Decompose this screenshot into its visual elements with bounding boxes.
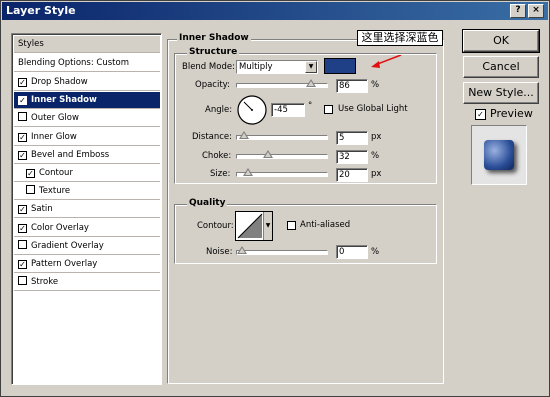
style-item-label: Inner Shadow bbox=[31, 95, 97, 106]
angle-dial[interactable] bbox=[236, 94, 268, 126]
distance-label: Distance: bbox=[192, 132, 233, 142]
style-item-checkbox[interactable]: ✓ bbox=[18, 205, 27, 215]
help-button[interactable]: ? bbox=[510, 4, 526, 18]
style-item-checkbox[interactable]: ✓ bbox=[18, 150, 27, 160]
style-item-label: Color Overlay bbox=[31, 222, 89, 233]
style-item-checkbox[interactable] bbox=[18, 239, 27, 249]
style-item-checkbox[interactable]: ✓ bbox=[18, 96, 27, 106]
style-item-texture[interactable]: Texture bbox=[14, 183, 160, 201]
angle-label: Angle: bbox=[205, 105, 233, 115]
preview-checkbox[interactable]: ✓ bbox=[475, 109, 486, 120]
choke-unit: % bbox=[371, 151, 380, 161]
style-item-inner-shadow[interactable]: ✓ Inner Shadow bbox=[14, 92, 160, 110]
blend-mode-dropdown[interactable]: Multiply ▼ bbox=[236, 60, 318, 74]
blending-options-item[interactable]: Blending Options: Custom bbox=[14, 55, 160, 72]
styles-list: Styles Blending Options: Custom ✓ Drop Sh… bbox=[11, 33, 162, 385]
contour-dropdown-arrow-icon[interactable]: ▼ bbox=[263, 212, 272, 240]
choke-label: Choke: bbox=[202, 151, 232, 161]
chevron-down-icon: ▼ bbox=[305, 61, 317, 73]
contour-picker[interactable]: ▼ bbox=[235, 211, 273, 241]
opacity-label: Opacity: bbox=[195, 80, 230, 90]
choke-slider[interactable] bbox=[236, 150, 328, 159]
style-item-checkbox[interactable]: ✓ bbox=[18, 132, 27, 142]
style-item-checkbox[interactable]: ✓ bbox=[18, 223, 27, 233]
quality-title: Quality bbox=[187, 198, 228, 208]
style-item-drop-shadow[interactable]: ✓ Drop Shadow bbox=[14, 74, 160, 91]
distance-unit: px bbox=[371, 132, 382, 142]
size-label: Size: bbox=[210, 169, 231, 179]
opacity-field[interactable]: 86 bbox=[336, 79, 368, 93]
style-item-checkbox[interactable]: ✓ bbox=[18, 260, 27, 269]
ok-button[interactable]: OK bbox=[462, 29, 540, 53]
style-item-label: Gradient Overlay bbox=[31, 240, 104, 251]
noise-slider[interactable] bbox=[236, 246, 328, 255]
preview-thumbnail bbox=[484, 140, 514, 170]
blend-mode-value: Multiply bbox=[239, 62, 273, 72]
use-global-light-checkbox[interactable] bbox=[324, 105, 333, 114]
structure-title: Structure bbox=[187, 47, 240, 57]
style-item-pattern-overlay[interactable]: ✓ Pattern Overlay bbox=[14, 256, 160, 273]
style-item-checkbox[interactable] bbox=[18, 112, 27, 122]
style-item-label: Pattern Overlay bbox=[31, 259, 98, 269]
style-item-label: Outer Glow bbox=[31, 113, 79, 124]
noise-field[interactable]: 0 bbox=[336, 245, 368, 259]
blend-mode-label: Blend Mode: bbox=[182, 62, 235, 72]
noise-slider-handle[interactable] bbox=[237, 246, 247, 254]
style-item-color-overlay[interactable]: ✓ Color Overlay bbox=[14, 220, 160, 237]
window-title: Layer Style bbox=[6, 4, 76, 17]
style-item-label: Drop Shadow bbox=[31, 77, 88, 87]
style-item-label: Contour bbox=[39, 168, 73, 178]
choke-slider-handle[interactable] bbox=[262, 150, 273, 158]
noise-unit: % bbox=[371, 247, 380, 257]
style-item-gradient-overlay[interactable]: Gradient Overlay bbox=[14, 238, 160, 255]
anti-aliased-checkbox[interactable] bbox=[287, 221, 296, 230]
distance-slider-handle[interactable] bbox=[238, 131, 249, 139]
opacity-unit: % bbox=[371, 80, 380, 90]
style-item-checkbox[interactable] bbox=[18, 276, 27, 286]
preview-swatch bbox=[471, 125, 527, 185]
style-item-outer-glow[interactable]: Outer Glow bbox=[14, 110, 160, 128]
title-bar: Layer Style ? × bbox=[2, 2, 548, 20]
shadow-color-swatch[interactable] bbox=[324, 58, 356, 74]
style-item-contour[interactable]: ✓ Contour bbox=[14, 165, 160, 182]
style-item-label: Satin bbox=[31, 204, 53, 215]
style-item-label: Stroke bbox=[31, 277, 59, 288]
opacity-slider-handle[interactable] bbox=[305, 79, 316, 87]
style-item-checkbox[interactable] bbox=[26, 185, 35, 195]
size-field[interactable]: 20 bbox=[336, 168, 368, 182]
opacity-slider[interactable] bbox=[236, 79, 328, 88]
style-item-label: Texture bbox=[39, 186, 71, 197]
angle-unit: ° bbox=[308, 101, 313, 111]
style-item-label: Bevel and Emboss bbox=[31, 149, 110, 160]
annotation-note: 这里选择深蓝色 bbox=[357, 30, 443, 46]
layer-style-dialog: Layer Style ? × Styles Blending Options:… bbox=[0, 0, 550, 397]
style-item-checkbox[interactable]: ✓ bbox=[18, 78, 27, 87]
distance-field[interactable]: 5 bbox=[336, 131, 368, 145]
style-item-label: Inner Glow bbox=[31, 131, 77, 142]
new-style-button[interactable]: New Style... bbox=[463, 82, 539, 104]
noise-label: Noise: bbox=[206, 247, 233, 257]
cancel-button[interactable]: Cancel bbox=[463, 56, 539, 78]
style-item-checkbox[interactable]: ✓ bbox=[26, 169, 35, 178]
use-global-light-label: Use Global Light bbox=[338, 104, 408, 114]
choke-field[interactable]: 32 bbox=[336, 150, 368, 164]
contour-curve-icon bbox=[237, 213, 263, 239]
size-slider-handle[interactable] bbox=[243, 168, 254, 176]
style-item-satin[interactable]: ✓ Satin bbox=[14, 201, 160, 219]
distance-slider[interactable] bbox=[236, 131, 328, 140]
style-item-stroke[interactable]: Stroke bbox=[14, 274, 160, 292]
size-slider[interactable] bbox=[236, 168, 328, 177]
preview-label: Preview bbox=[490, 107, 533, 120]
angle-field[interactable]: -45 bbox=[271, 103, 305, 117]
anti-aliased-label: Anti-aliased bbox=[300, 220, 351, 230]
inner-shadow-title: Inner Shadow bbox=[177, 33, 251, 43]
contour-label: Contour: bbox=[197, 221, 234, 231]
size-unit: px bbox=[371, 169, 382, 179]
style-item-inner-glow[interactable]: ✓ Inner Glow bbox=[14, 129, 160, 146]
close-button[interactable]: × bbox=[528, 4, 544, 18]
styles-header[interactable]: Styles bbox=[14, 36, 160, 53]
style-item-bevel-and-emboss[interactable]: ✓ Bevel and Emboss bbox=[14, 147, 160, 164]
